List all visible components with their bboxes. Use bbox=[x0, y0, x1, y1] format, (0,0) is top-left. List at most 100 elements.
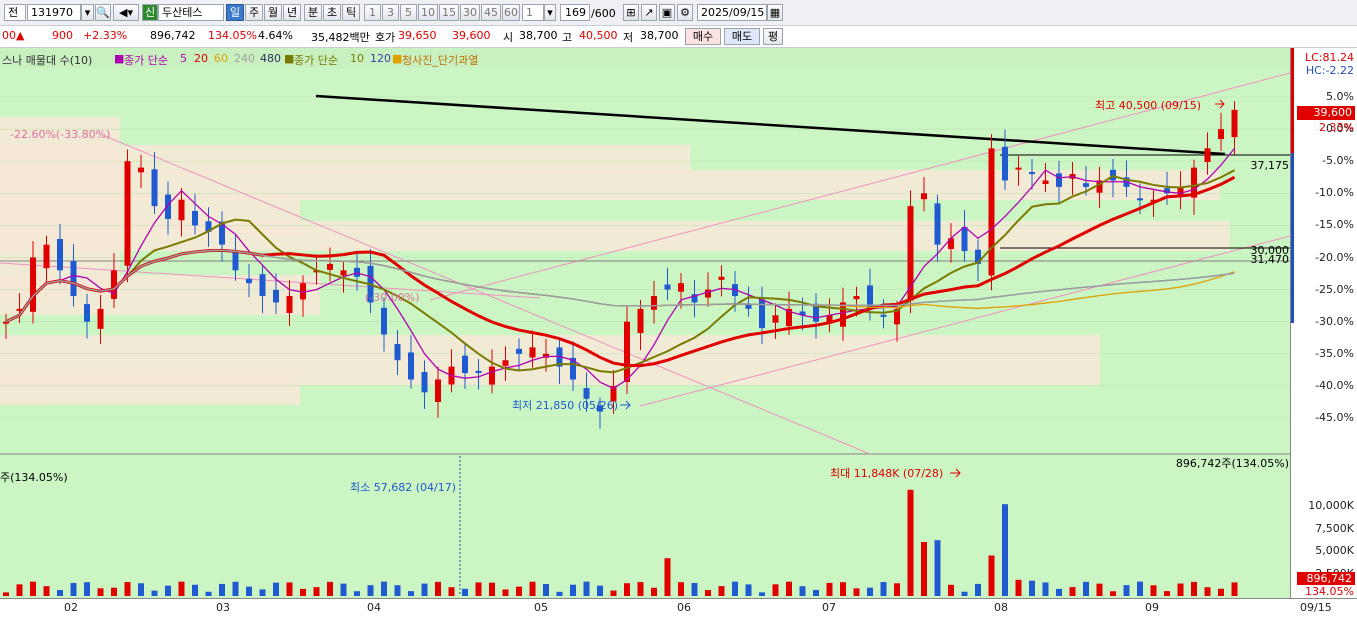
price-tick-label: -10.0% bbox=[1315, 186, 1354, 200]
current-price-tag: 39,600 bbox=[1297, 106, 1355, 120]
annotation-vol-max: 최대 11,848K (07/28) bbox=[830, 467, 943, 480]
date-axis[interactable]: 02 03 04 05 06 07 08 09 09/15 bbox=[0, 598, 1357, 620]
price-fragment: 00 bbox=[2, 29, 16, 42]
x-label-07: 07 bbox=[822, 601, 836, 614]
change-arrow: ▲ bbox=[16, 29, 25, 42]
minute-10[interactable]: 10 bbox=[418, 4, 438, 21]
candle-body bbox=[1137, 198, 1143, 201]
candle-body bbox=[462, 355, 468, 374]
current-volume-pct: 134.05% bbox=[1305, 585, 1354, 598]
volume-bar bbox=[921, 542, 927, 596]
volume-bar bbox=[340, 583, 347, 596]
sell-button[interactable]: 매도 bbox=[724, 28, 760, 45]
volume-profile-zone bbox=[0, 400, 48, 405]
market-prefix[interactable]: 전 bbox=[4, 4, 26, 21]
minute-45[interactable]: 45 bbox=[481, 4, 501, 21]
interval-input[interactable]: 1 bbox=[522, 4, 544, 21]
gear-icon[interactable]: ⚙ bbox=[677, 4, 693, 21]
volume-bar bbox=[192, 584, 198, 596]
minute-3[interactable]: 3 bbox=[382, 4, 399, 21]
period-second[interactable]: 초 bbox=[323, 4, 341, 21]
volume-bar bbox=[178, 581, 185, 596]
minute-60[interactable]: 60 bbox=[502, 4, 520, 21]
volume-bar bbox=[786, 581, 792, 596]
candle-body bbox=[192, 210, 198, 226]
volume-bar bbox=[961, 591, 968, 596]
period-tick[interactable]: 틱 bbox=[342, 4, 360, 21]
eval-button[interactable]: 평 bbox=[763, 28, 783, 45]
candle-body bbox=[1231, 109, 1238, 138]
legend-ma-5: 5 bbox=[180, 52, 187, 65]
stock-code-input[interactable]: 131970 bbox=[27, 4, 81, 21]
grid-icon[interactable]: ⊞ bbox=[623, 4, 639, 21]
speaker-icon[interactable]: ◀▾ bbox=[113, 4, 139, 21]
price-tick-label: 5.0% bbox=[1326, 90, 1354, 103]
legend-ma2-title[interactable]: 종가 단순 bbox=[294, 52, 338, 68]
legend-volume-profile[interactable]: 스나 매물대 수(10) bbox=[2, 52, 92, 68]
candle-body bbox=[489, 366, 495, 385]
candle-body bbox=[934, 203, 941, 245]
candle-body bbox=[678, 283, 684, 292]
minute-30[interactable]: 30 bbox=[460, 4, 480, 21]
low-arrow-icon bbox=[620, 400, 631, 410]
legend-ma-title[interactable]: 종가 단순 bbox=[124, 52, 168, 68]
minute-15[interactable]: 15 bbox=[439, 4, 459, 21]
chart-plot[interactable]: -22.60%(-33.80%) (-30.00%) 최고 40,500 (09/1… bbox=[0, 48, 1290, 598]
count-input[interactable]: 169 bbox=[560, 4, 590, 21]
volume-value: 896,742 bbox=[150, 29, 196, 42]
volume-bar bbox=[313, 587, 320, 596]
candle-body bbox=[381, 307, 387, 335]
amount: 35,482백만 bbox=[311, 31, 370, 44]
period-year[interactable]: 년 bbox=[283, 4, 301, 21]
volume-bar bbox=[597, 585, 603, 596]
minute-1[interactable]: 1 bbox=[364, 4, 381, 21]
period-month[interactable]: 월 bbox=[264, 4, 282, 21]
volume-bar bbox=[1191, 581, 1197, 596]
calendar-icon[interactable]: ▦ bbox=[767, 4, 783, 21]
buy-button[interactable]: 매수 bbox=[685, 28, 721, 45]
legend-square2-icon: ■ bbox=[284, 52, 295, 65]
interval-dropdown-icon[interactable]: ▾ bbox=[544, 4, 556, 21]
volume-bar bbox=[138, 583, 144, 596]
candle-body bbox=[327, 263, 333, 270]
trend-icon[interactable]: ↗ bbox=[641, 4, 657, 21]
stock-name[interactable]: 두산테스 bbox=[158, 4, 224, 21]
vol-max-arrow-icon bbox=[950, 468, 961, 478]
volume-bar bbox=[1083, 581, 1089, 596]
volume-bar bbox=[840, 582, 846, 596]
save-icon[interactable]: ▣ bbox=[659, 4, 675, 21]
volume-bar bbox=[948, 584, 954, 596]
volume-bar bbox=[894, 583, 900, 596]
volume-bar bbox=[57, 589, 63, 596]
search-icon[interactable]: 🔍 bbox=[95, 4, 111, 21]
date-input[interactable]: 2025/09/15 bbox=[697, 4, 767, 21]
candle-body bbox=[705, 289, 711, 298]
volume-bar bbox=[97, 588, 104, 596]
period-minute[interactable]: 분 bbox=[304, 4, 322, 21]
volume-bar bbox=[448, 587, 455, 596]
legend-square-icon: ■ bbox=[114, 52, 125, 65]
candle-body bbox=[921, 193, 927, 200]
minute-5[interactable]: 5 bbox=[400, 4, 417, 21]
candle-body bbox=[57, 238, 63, 271]
price-axis[interactable]: LC:81.24 HC:-2.22 5.0% 0.0% -5.0% -10.0% -15… bbox=[1290, 48, 1357, 598]
volume-bar bbox=[1015, 579, 1022, 596]
candle-body bbox=[435, 379, 441, 402]
volume-ratio: 134.05% bbox=[208, 29, 257, 42]
period-week[interactable]: 주 bbox=[245, 4, 263, 21]
legend-extra[interactable]: 청사진_단기과열 bbox=[402, 52, 478, 68]
volume-bar bbox=[1110, 591, 1116, 596]
code-dropdown-icon[interactable]: ▾ bbox=[81, 4, 94, 21]
annotation-high: 최고 40,500 (09/15) bbox=[1095, 99, 1201, 112]
volume-bar bbox=[43, 586, 50, 596]
volume-bar bbox=[246, 586, 252, 596]
volume-bar bbox=[1137, 581, 1143, 596]
volume-bar bbox=[151, 590, 158, 596]
legend-ma-480: 480 bbox=[260, 52, 281, 65]
candle-body bbox=[1029, 172, 1035, 175]
candle-body bbox=[43, 244, 50, 269]
volume-bar bbox=[1164, 591, 1170, 596]
price-tick-label: -25.0% bbox=[1315, 282, 1354, 296]
volume-bar bbox=[394, 585, 401, 596]
period-day[interactable]: 일 bbox=[226, 4, 244, 21]
